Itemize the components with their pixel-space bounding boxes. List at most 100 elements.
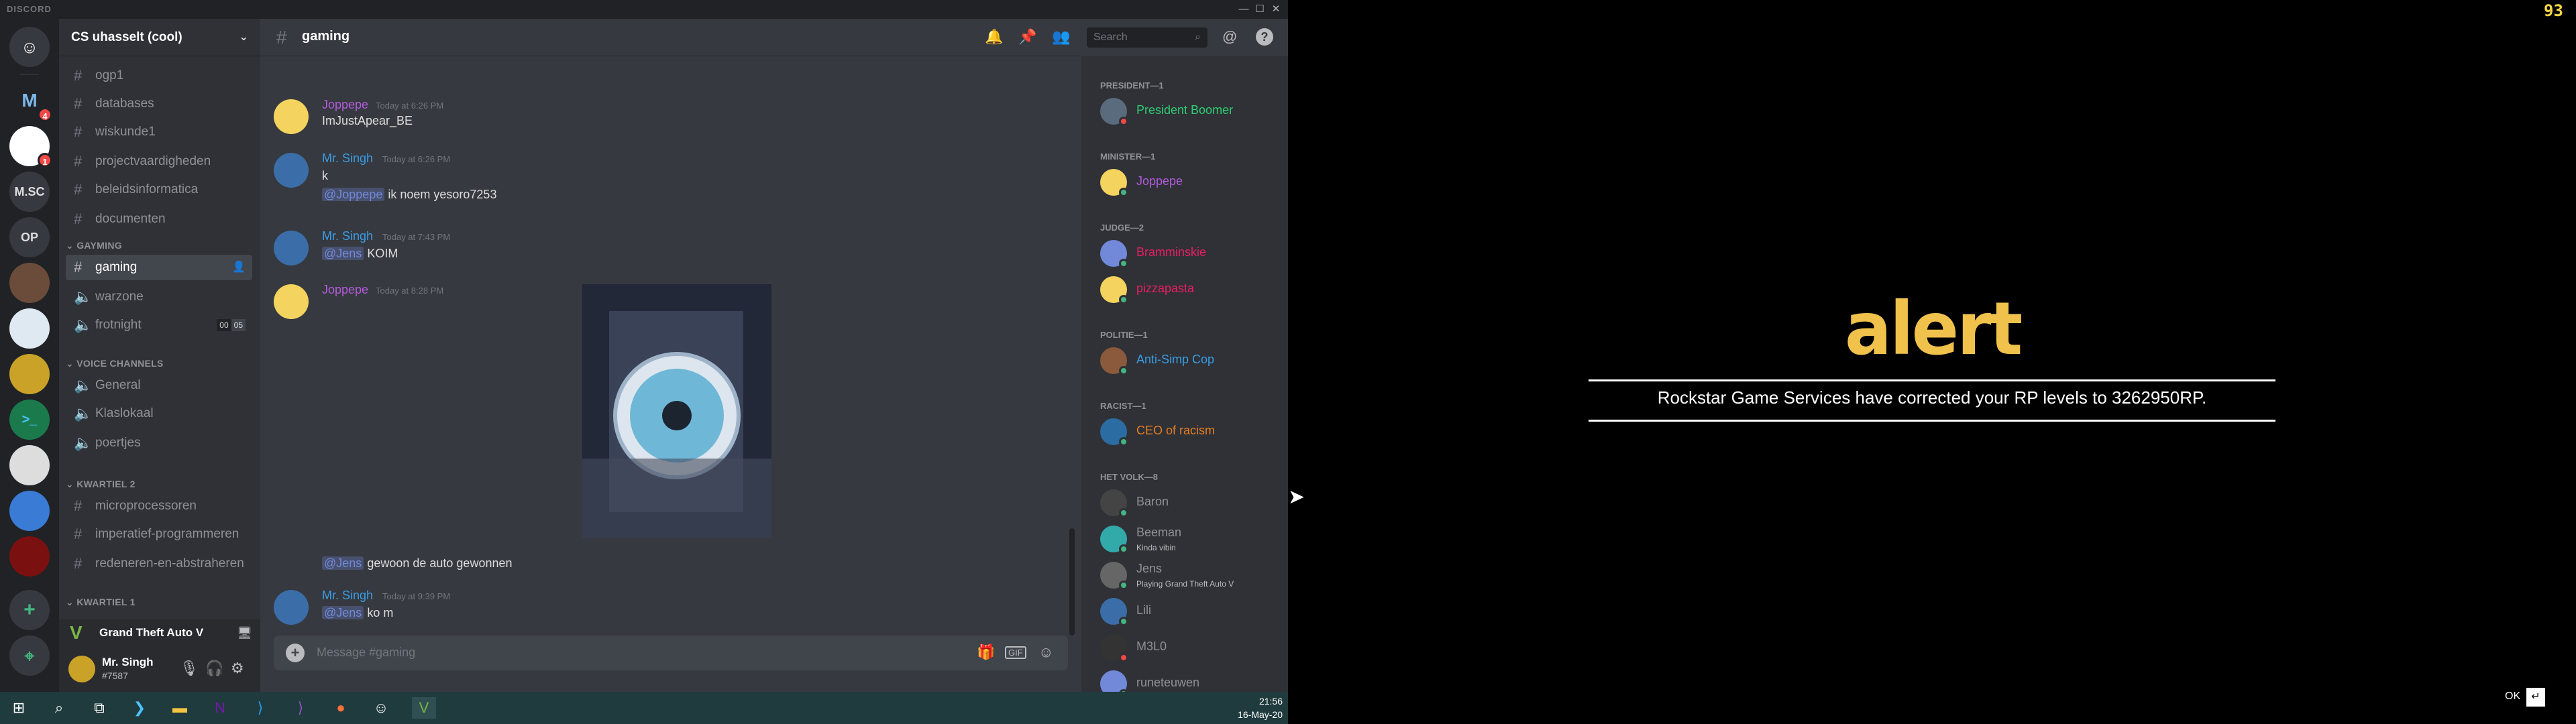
message-author[interactable]: Mr. Singh: [322, 152, 373, 166]
server-avatar-3[interactable]: [9, 354, 50, 394]
member-item[interactable]: Baron: [1100, 487, 1281, 519]
search-icon[interactable]: ⌕: [47, 697, 71, 719]
message-text: @Jens KOIM: [322, 247, 398, 261]
home-discord-icon[interactable]: ☺: [9, 27, 50, 67]
avatar[interactable]: [274, 231, 309, 265]
member-item[interactable]: CEO of racism: [1100, 416, 1281, 448]
message-author[interactable]: Mr. Singh: [322, 229, 373, 243]
close-button[interactable]: ✕: [1268, 3, 1284, 16]
avatar[interactable]: [274, 153, 309, 188]
message-author[interactable]: Mr. Singh: [322, 589, 373, 603]
mentions-icon[interactable]: @: [1222, 28, 1237, 46]
channel-documenten[interactable]: # documenten: [66, 206, 252, 232]
category-kwartiel-1[interactable]: ⌄ KWARTIEL 1: [66, 597, 136, 608]
server-uhasselt[interactable]: 1: [9, 126, 52, 168]
bell-icon[interactable]: 🔔: [985, 28, 1003, 46]
emoji-icon[interactable]: ☺: [1038, 644, 1053, 661]
scrollbar[interactable]: [1069, 528, 1075, 636]
explore-servers-icon[interactable]: ⌖: [9, 636, 50, 676]
message-composer[interactable]: + Message #gaming 🎁 GIF ☺: [274, 636, 1068, 670]
server-msc[interactable]: M.SC: [9, 172, 50, 212]
channel-microprocessoren[interactable]: # microprocessoren: [66, 493, 252, 519]
user-mention[interactable]: @Joppepe: [322, 188, 385, 201]
headphones-icon[interactable]: 🎧: [205, 660, 223, 677]
channel-gaming[interactable]: # gaming 👤: [66, 255, 252, 280]
search-input[interactable]: Search ⌕: [1087, 27, 1208, 48]
user-mention[interactable]: @Jens: [322, 556, 364, 570]
vscode-icon[interactable]: ⟩: [248, 697, 272, 719]
onenote-icon[interactable]: N: [208, 697, 232, 719]
server-m[interactable]: M4: [9, 80, 52, 122]
message-author[interactable]: Joppepe: [322, 283, 368, 297]
unread-badge: 4: [38, 107, 52, 122]
member-item[interactable]: Joppepe: [1100, 166, 1281, 198]
channel-klaslokaal[interactable]: 🔈 Klaslokaal: [66, 401, 252, 426]
visual-studio-icon[interactable]: ⟩: [288, 697, 313, 719]
screen-share-icon[interactable]: 🖥: [237, 619, 252, 646]
channel-databases[interactable]: # databases: [66, 91, 252, 117]
gta-taskbar-icon[interactable]: V: [412, 697, 436, 719]
server-avatar-5[interactable]: [9, 491, 50, 531]
microphone-icon[interactable]: 🎙: [180, 660, 199, 677]
task-view-icon[interactable]: ⧉: [87, 697, 111, 719]
member-item[interactable]: President Boomer: [1100, 95, 1281, 127]
channel-warzone[interactable]: 🔈 warzone: [66, 284, 252, 310]
invite-icon[interactable]: 👤: [232, 255, 246, 280]
taskbar: ⊞ ⌕ ⧉ ❯ ▬ N ⟩ ⟩ ● ☺ V 21:56 16-May-20: [0, 692, 1288, 724]
member-item[interactable]: Bramminskie: [1100, 237, 1281, 269]
category-voice-channels[interactable]: ⌄ VOICE CHANNELS: [66, 358, 164, 369]
channel-frotnight[interactable]: 🔈 frotnight 00 05: [66, 312, 252, 338]
avatar[interactable]: [274, 99, 309, 134]
upload-plus-icon[interactable]: +: [286, 644, 305, 662]
add-server-icon[interactable]: +: [9, 590, 50, 630]
channel-general[interactable]: 🔈 General: [66, 373, 252, 398]
server-op[interactable]: OP: [9, 217, 50, 257]
category-gayming[interactable]: ⌄ GAYMING: [66, 240, 122, 251]
avatar[interactable]: [274, 284, 309, 319]
member-item[interactable]: Anti-Simp Cop: [1100, 345, 1281, 377]
system-clock[interactable]: 21:56 16-May-20: [1238, 695, 1283, 721]
member-item[interactable]: M3L0: [1100, 631, 1281, 664]
gif-icon[interactable]: GIF: [1005, 646, 1026, 659]
now-playing-label: Grand Theft Auto V: [99, 626, 204, 639]
guild-header[interactable]: CS uhasselt (cool) ⌄: [59, 19, 260, 56]
user-mention[interactable]: @Jens: [322, 606, 364, 619]
minimize-button[interactable]: —: [1236, 3, 1252, 16]
server-avatar-1[interactable]: [9, 263, 50, 303]
channel-imperatief-programmeren[interactable]: # imperatief-programmeren: [66, 522, 252, 547]
member-item[interactable]: Lili: [1100, 595, 1281, 627]
category-kwartiel-2[interactable]: ⌄ KWARTIEL 2: [66, 479, 136, 490]
server-terminal[interactable]: >_: [9, 400, 50, 440]
member-item[interactable]: pizzapasta: [1100, 274, 1281, 306]
gift-icon[interactable]: 🎁: [977, 644, 995, 661]
channel-ogp1[interactable]: # ogp1: [66, 63, 252, 88]
settings-gear-icon[interactable]: ⚙: [231, 660, 244, 677]
server-avatar-2[interactable]: [9, 308, 50, 349]
member-item[interactable]: Jens Playing Grand Theft Auto V: [1100, 559, 1281, 591]
channel-beleidsinformatica[interactable]: # beleidsinformatica: [66, 177, 252, 202]
avatar[interactable]: [68, 656, 95, 682]
discord-taskbar-icon[interactable]: ☺: [369, 697, 393, 719]
avatar[interactable]: [274, 590, 309, 625]
message-image-attachment[interactable]: [582, 284, 771, 538]
message-author[interactable]: Joppepe: [322, 98, 368, 112]
member-name: Joppepe: [1136, 174, 1183, 188]
file-explorer-icon[interactable]: ▬: [168, 697, 192, 719]
maximize-button[interactable]: ☐: [1252, 3, 1268, 16]
member-item[interactable]: runeteuwen: [1100, 668, 1281, 692]
server-avatar-4[interactable]: [9, 445, 50, 485]
help-icon[interactable]: ?: [1256, 28, 1273, 46]
channel-wiskunde1[interactable]: # wiskunde1: [66, 119, 252, 145]
user-mention[interactable]: @Jens: [322, 247, 364, 260]
pin-icon[interactable]: 📌: [1018, 28, 1036, 46]
channel-projectvaardigheden[interactable]: # projectvaardigheden: [66, 149, 252, 174]
terminal-icon[interactable]: ❯: [127, 697, 152, 719]
channel-redeneren-en-abstraheren[interactable]: # redeneren-en-abstraheren: [66, 551, 252, 577]
server-avatar-6[interactable]: [9, 536, 50, 577]
windows-start-icon[interactable]: ⊞: [7, 697, 31, 719]
enter-key-icon[interactable]: ↵: [2526, 688, 2545, 707]
member-list-icon[interactable]: 👥: [1052, 28, 1070, 46]
channel-poertjes[interactable]: 🔈 poertjes: [66, 430, 252, 456]
member-item[interactable]: Beeman Kinda vibin: [1100, 523, 1281, 555]
firefox-icon[interactable]: ●: [329, 697, 353, 719]
